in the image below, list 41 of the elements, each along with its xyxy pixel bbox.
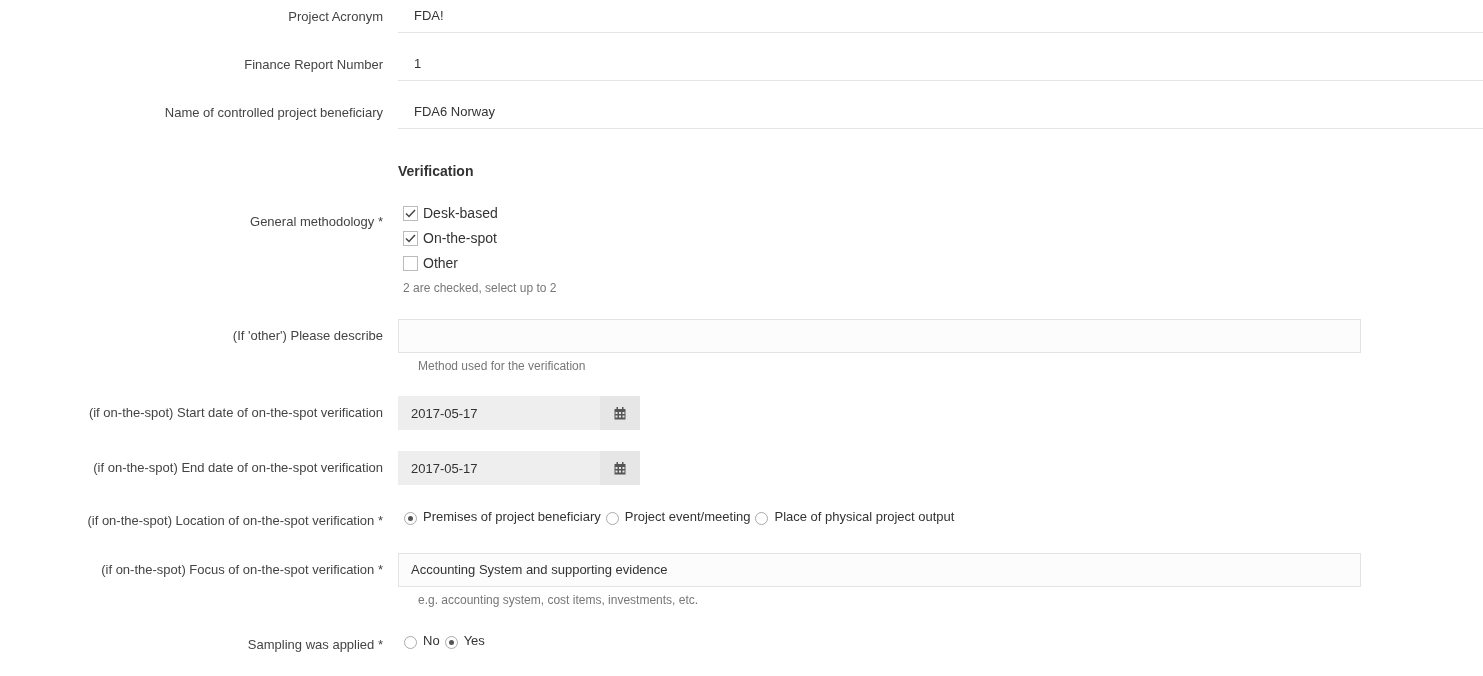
- radio-label: Yes: [463, 631, 485, 650]
- radio-label: Premises of project beneficiary: [423, 508, 601, 526]
- text-field[interactable]: Accounting System and supporting evidence: [398, 552, 1361, 587]
- text-field[interactable]: [398, 319, 1361, 353]
- field-label: (If 'other') Please describe: [232, 327, 383, 346]
- calendar-icon: [614, 406, 626, 420]
- date-field[interactable]: 2017-05-17: [398, 396, 600, 430]
- radio-label: No: [423, 631, 440, 650]
- field-label: Name of controlled project beneficiary: [164, 103, 383, 122]
- radio-button[interactable]: [404, 512, 417, 525]
- field-value: FDA!: [398, 0, 1483, 33]
- field-label: (if on-the-spot) Start date of on-the-spot verification: [88, 404, 383, 423]
- checkbox-label: On-the-spot: [423, 229, 497, 248]
- radio-button[interactable]: [755, 512, 769, 525]
- field-label: (if on-the-spot) End date of on-the-spot verification: [93, 459, 383, 478]
- field-value: FDA6 Norway: [398, 96, 1483, 129]
- section-heading: Verification: [398, 162, 474, 181]
- field-label: (if on-the-spot) Location of on-the-spot verification *: [87, 512, 383, 530]
- calendar-button[interactable]: [600, 396, 640, 430]
- checkbox[interactable]: [403, 256, 418, 271]
- calendar-button[interactable]: [600, 451, 640, 485]
- radio-button[interactable]: [605, 512, 619, 525]
- checkbox[interactable]: [403, 206, 418, 221]
- radio-label: Place of physical project output: [774, 508, 955, 526]
- field-label: (if on-the-spot) Focus of on-the-spot verification *: [101, 560, 383, 579]
- radio-button[interactable]: [404, 635, 417, 649]
- help-text: Method used for the verification: [418, 358, 587, 375]
- date-field[interactable]: 2017-05-17: [398, 451, 600, 485]
- field-label: Finance Report Number: [244, 55, 383, 74]
- help-text: 2 are checked, select up to 2: [403, 280, 557, 297]
- checkbox[interactable]: [403, 231, 418, 246]
- checkbox-label: Desk-based: [423, 204, 498, 223]
- checkbox-label: Other: [423, 254, 458, 273]
- radio-label: Project event/meeting: [624, 508, 751, 526]
- field-label: Sampling was applied *: [247, 635, 383, 654]
- field-label: Project Acronym: [288, 7, 383, 26]
- radio-button[interactable]: [444, 635, 458, 649]
- help-text: e.g. accounting system, cost items, investments, etc.: [418, 591, 700, 609]
- field-value: 1: [398, 48, 1483, 81]
- field-label: General methodology *: [250, 213, 383, 231]
- calendar-icon: [614, 461, 626, 475]
